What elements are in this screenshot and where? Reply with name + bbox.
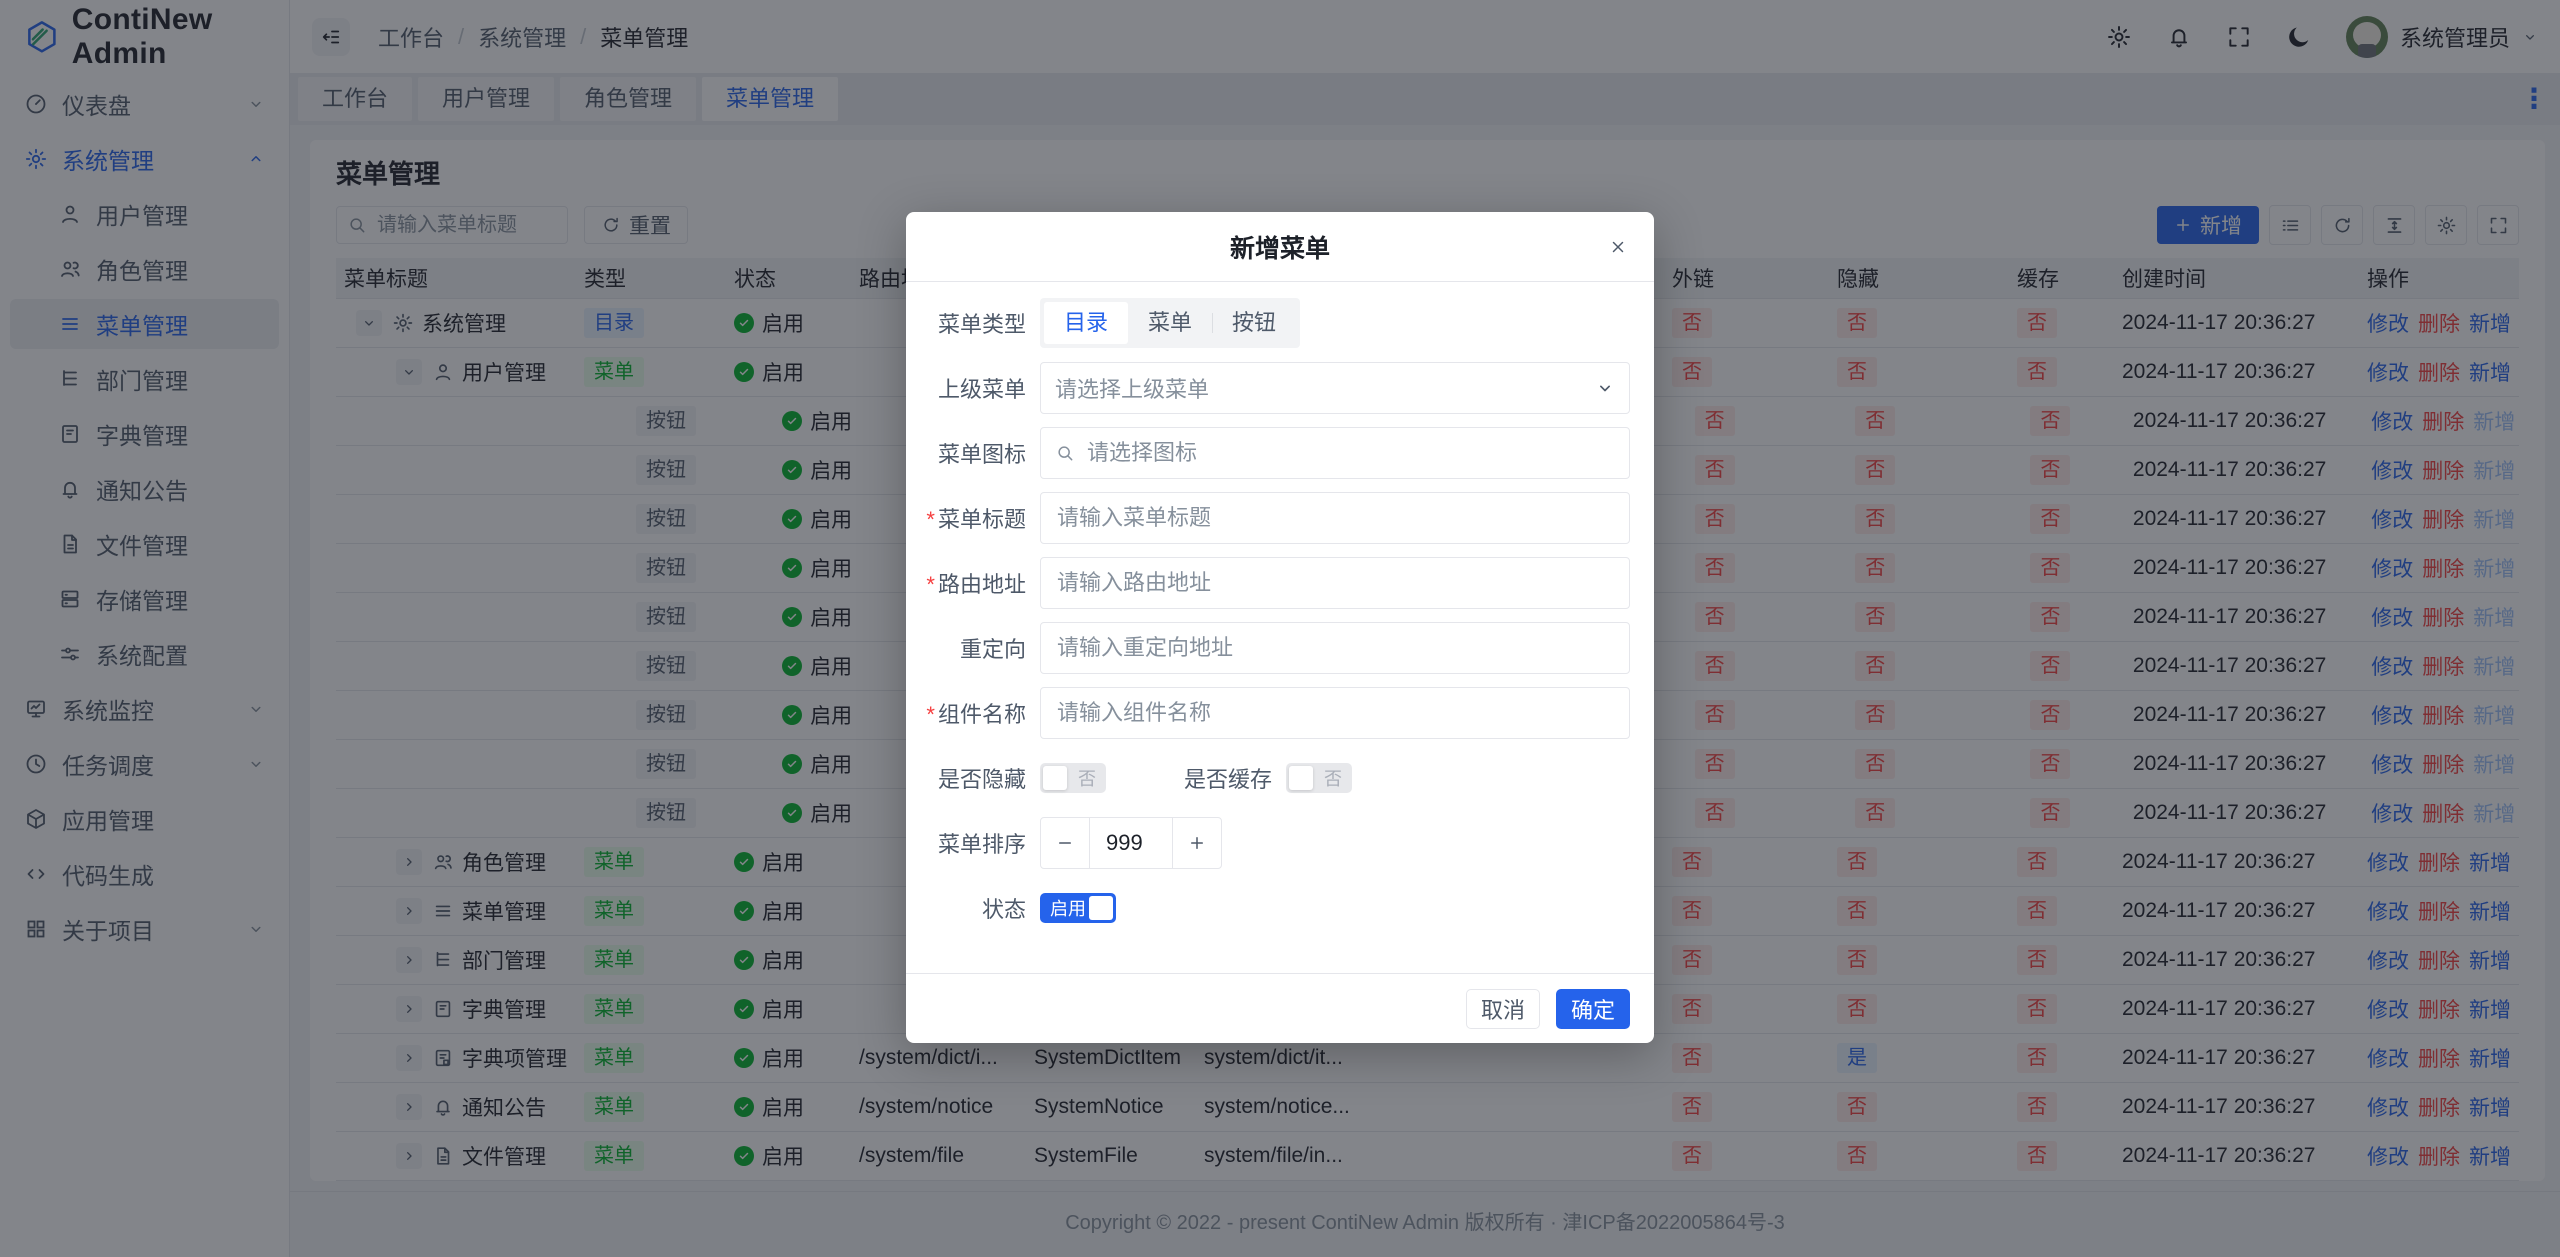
component-name-field[interactable]	[1055, 699, 1615, 727]
sort-value[interactable]: 999	[1089, 818, 1173, 868]
field-label: 是否隐藏	[922, 762, 1026, 794]
menu-title-input[interactable]	[1040, 492, 1630, 544]
field-label: 重定向	[922, 632, 1026, 664]
cancel-button[interactable]: 取消	[1466, 989, 1540, 1029]
field-label: 菜单图标	[922, 437, 1026, 469]
menu-icon-field[interactable]	[1085, 439, 1615, 467]
modal-form: 菜单类型 目录 菜单 按钮 上级菜单 请选择上级菜单 菜单图标	[906, 282, 1654, 940]
menu-title-field[interactable]	[1055, 504, 1615, 532]
cache-switch[interactable]: 否	[1286, 763, 1352, 793]
field-label: 菜单排序	[922, 827, 1026, 859]
close-icon[interactable]	[1602, 231, 1634, 263]
menu-type-option-directory[interactable]: 目录	[1044, 302, 1128, 344]
form-row-status: 状态 启用	[922, 875, 1630, 940]
menu-type-option-button[interactable]: 按钮	[1212, 302, 1296, 344]
switch-value: 否	[1324, 765, 1342, 791]
form-row-menu-icon: 菜单图标	[922, 420, 1630, 485]
component-name-input[interactable]	[1040, 687, 1630, 739]
field-label: 状态	[922, 892, 1026, 924]
route-path-input[interactable]	[1040, 557, 1630, 609]
switch-value: 启用	[1050, 895, 1086, 921]
field-label: 菜单类型	[922, 307, 1026, 339]
add-menu-modal: 新增菜单 菜单类型 目录 菜单 按钮 上级菜单 请选择上级菜单	[906, 212, 1654, 1043]
field-label: 上级菜单	[922, 372, 1026, 404]
menu-type-option-menu[interactable]: 菜单	[1128, 302, 1212, 344]
chevron-down-icon	[1595, 378, 1615, 398]
increment-button[interactable]	[1173, 818, 1221, 868]
menu-icon-picker[interactable]	[1040, 427, 1630, 479]
redirect-field[interactable]	[1055, 634, 1615, 662]
modal-title: 新增菜单	[1230, 229, 1330, 265]
form-row-redirect: 重定向	[922, 615, 1630, 680]
form-row-switches: 是否隐藏 否 是否缓存 否	[922, 745, 1630, 810]
switch-knob	[1089, 896, 1113, 920]
search-icon	[1055, 443, 1075, 463]
form-row-route-path: 路由地址	[922, 550, 1630, 615]
field-label-required: 菜单标题	[922, 502, 1026, 534]
switch-value: 否	[1078, 765, 1096, 791]
parent-menu-select[interactable]: 请选择上级菜单	[1040, 362, 1630, 414]
redirect-input[interactable]	[1040, 622, 1630, 674]
form-row-menu-type: 菜单类型 目录 菜单 按钮	[922, 290, 1630, 355]
form-row-sort: 菜单排序 999	[922, 810, 1630, 875]
menu-type-segmented: 目录 菜单 按钮	[1040, 298, 1300, 348]
status-switch[interactable]: 启用	[1040, 893, 1116, 923]
decrement-button[interactable]	[1041, 818, 1089, 868]
field-label: 是否缓存	[1184, 762, 1272, 794]
modal-header: 新增菜单	[906, 212, 1654, 282]
sort-stepper: 999	[1040, 817, 1222, 869]
switch-knob	[1043, 766, 1067, 790]
route-path-field[interactable]	[1055, 569, 1615, 597]
confirm-button[interactable]: 确定	[1556, 989, 1630, 1029]
select-placeholder: 请选择上级菜单	[1055, 372, 1209, 404]
field-label-required: 路由地址	[922, 567, 1026, 599]
form-row-component-name: 组件名称	[922, 680, 1630, 745]
hide-switch[interactable]: 否	[1040, 763, 1106, 793]
form-row-parent-menu: 上级菜单 请选择上级菜单	[922, 355, 1630, 420]
field-label-required: 组件名称	[922, 697, 1026, 729]
form-row-menu-title: 菜单标题	[922, 485, 1630, 550]
switch-knob	[1289, 766, 1313, 790]
modal-footer: 取消 确定	[906, 973, 1654, 1043]
